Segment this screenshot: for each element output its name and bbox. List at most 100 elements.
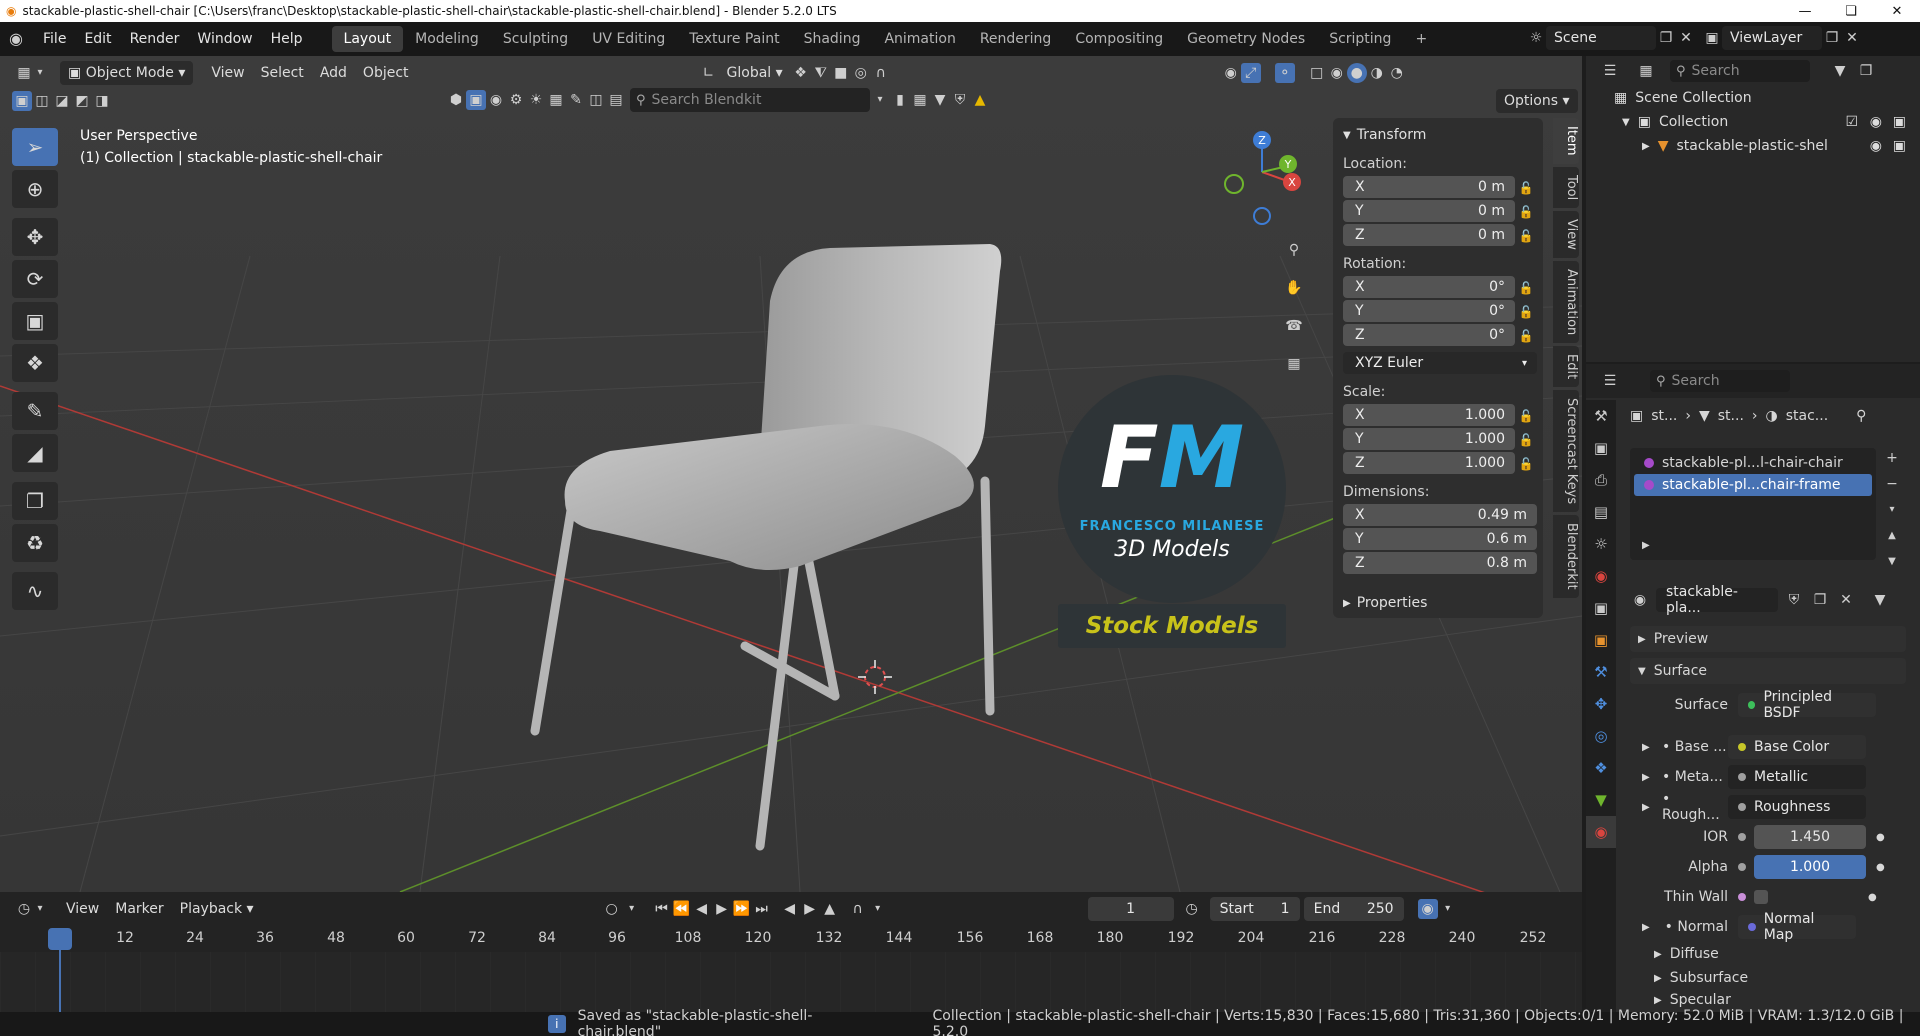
timeline-ruler[interactable]: 1 12 24 36 48 60 72 84 96 108 120 132 14… xyxy=(0,926,1582,952)
navigation-gizmo[interactable]: Z X Y xyxy=(1220,130,1330,230)
keyframe-prev-icon[interactable]: ◀ xyxy=(780,899,800,919)
material-name-field[interactable]: stackable-pla... xyxy=(1656,584,1778,616)
close-icon[interactable]: ✕ xyxy=(1874,0,1920,22)
tab-scripting[interactable]: Scripting xyxy=(1317,26,1403,52)
breadcrumb-mesh[interactable]: st... xyxy=(1718,408,1744,424)
chevron-down-icon[interactable]: ▾ xyxy=(870,90,890,110)
tab-sculpting[interactable]: Sculpting xyxy=(491,26,580,52)
chevron-right-icon[interactable]: ▶ xyxy=(1642,802,1662,813)
xray-icon[interactable]: □ xyxy=(1307,63,1327,83)
world-tab-icon[interactable]: ◉ xyxy=(1586,560,1616,592)
subsurface-subpanel[interactable]: ▶ Subsurface xyxy=(1630,966,1906,990)
playhead-handle[interactable] xyxy=(48,928,72,950)
lock-icon[interactable]: 🔓 xyxy=(1515,433,1537,447)
minimize-icon[interactable]: — xyxy=(1782,0,1828,22)
eye-icon[interactable]: ◉ xyxy=(1870,114,1882,130)
current-frame-field[interactable]: 1 xyxy=(1087,897,1174,921)
sidebar-tab-item[interactable]: Item xyxy=(1553,118,1579,164)
scene-tab-icon[interactable]: ☼ xyxy=(1586,528,1616,560)
output-tab-icon[interactable]: ⎙ xyxy=(1586,464,1616,496)
chevron-down-icon[interactable]: ▾ xyxy=(34,899,46,919)
blenderkit-search-input[interactable]: ⚲ Search Blendkit xyxy=(630,88,870,112)
outliner-editor-icon[interactable]: ☰ xyxy=(1600,61,1620,81)
keying-set-icon[interactable]: ▲ xyxy=(820,899,840,919)
properties-search-input[interactable]: ⚲ Search xyxy=(1650,370,1790,392)
alpha-field[interactable]: 1.000 xyxy=(1754,855,1866,879)
scene-collection-row[interactable]: ▦ Scene Collection xyxy=(1586,86,1920,110)
new-collection-icon[interactable]: ❐ xyxy=(1856,61,1876,81)
keyframe-dot-icon[interactable]: ● xyxy=(1876,862,1885,873)
view-layer-tab-icon[interactable]: ▤ xyxy=(1586,496,1616,528)
specular-subpanel[interactable]: ▶ Specular xyxy=(1630,990,1906,1010)
chevron-down-icon[interactable]: ▾ xyxy=(622,899,642,919)
surface-shader-field[interactable]: Principled BSDF xyxy=(1738,689,1876,721)
material-tab-icon[interactable]: ◉ xyxy=(1586,816,1616,848)
curve-tool-icon[interactable]: ∿ xyxy=(12,572,58,610)
location-x-field[interactable]: X 0 m xyxy=(1343,176,1515,198)
timeline-menu-marker[interactable]: Marker xyxy=(107,897,171,921)
tab-compositing[interactable]: Compositing xyxy=(1063,26,1175,52)
asset-type-object-icon[interactable]: ▣ xyxy=(466,90,486,110)
location-y-field[interactable]: Y 0 m xyxy=(1343,200,1515,222)
ior-field[interactable]: 1.450 xyxy=(1754,825,1866,849)
snap-icon[interactable]: ⧨ xyxy=(811,63,831,83)
dimensions-x-field[interactable]: X 0.49 m xyxy=(1343,504,1537,526)
normal-field[interactable]: Normal Map xyxy=(1738,911,1856,943)
maximize-icon[interactable]: ❏ xyxy=(1828,0,1874,22)
base-color-field[interactable]: Base Color xyxy=(1728,735,1866,759)
add-slot-icon[interactable]: + xyxy=(1882,448,1902,468)
rotation-mode-dropdown[interactable]: XYZ Euler ▾ xyxy=(1343,352,1537,374)
select-subtract-icon[interactable]: ◪ xyxy=(52,91,72,111)
physics-tab-icon[interactable]: ◎ xyxy=(1586,720,1616,752)
remove-view-layer-icon[interactable]: ✕ xyxy=(1842,28,1862,48)
rotation-z-field[interactable]: Z 0° xyxy=(1343,324,1515,346)
camera-icon[interactable]: ▣ xyxy=(1893,138,1906,154)
dimensions-z-field[interactable]: Z 0.8 m xyxy=(1343,552,1537,574)
asset-type-printable-icon[interactable]: ▤ xyxy=(606,90,626,110)
move-down-icon[interactable]: ▼ xyxy=(1882,552,1902,572)
stopwatch-icon[interactable]: ◷ xyxy=(1182,899,1202,919)
pin-icon[interactable]: ⚲ xyxy=(1856,408,1866,424)
asset-type-material-icon[interactable]: ◉ xyxy=(486,90,506,110)
view-layer-icon[interactable]: ▣ xyxy=(1702,28,1722,48)
bookmark-icon[interactable]: ▮ xyxy=(890,90,910,110)
duplicate-material-icon[interactable]: ❐ xyxy=(1810,590,1830,610)
rendered-shading-icon[interactable]: ◔ xyxy=(1387,63,1407,83)
material-shading-icon[interactable]: ◑ xyxy=(1367,63,1387,83)
scene-icon[interactable]: ☼ xyxy=(1526,28,1546,48)
remove-scene-icon[interactable]: ✕ xyxy=(1676,28,1696,48)
blender-logo-icon[interactable]: ◉ xyxy=(6,29,26,49)
add-workspace-icon[interactable]: + xyxy=(1403,26,1439,52)
chevron-down-icon[interactable]: ▾ xyxy=(34,63,46,83)
camera-icon[interactable]: ▣ xyxy=(1893,114,1906,130)
asset-type-scene-icon[interactable]: ▦ xyxy=(546,90,566,110)
fake-user-shield-icon[interactable]: ⛨ xyxy=(1784,590,1804,610)
scale-tool-icon[interactable]: ▣ xyxy=(12,302,58,340)
menu-view[interactable]: View xyxy=(203,61,252,85)
wireframe-shading-icon[interactable]: ◉ xyxy=(1327,63,1347,83)
lock-icon[interactable]: 🔓 xyxy=(1515,457,1537,471)
surface-panel-header[interactable]: ▼ Surface xyxy=(1630,658,1906,684)
timeline-menu-view[interactable]: View xyxy=(58,897,107,921)
filter-icon[interactable]: ▼ xyxy=(930,90,950,110)
chevron-down-icon[interactable]: ▾ xyxy=(1882,500,1902,520)
select-extend-icon[interactable]: ◫ xyxy=(32,91,52,111)
unlink-material-icon[interactable]: ✕ xyxy=(1836,590,1856,610)
scale-z-field[interactable]: Z 1.000 xyxy=(1343,452,1515,474)
tab-animation[interactable]: Animation xyxy=(872,26,967,52)
select-box-tool-icon[interactable]: ➢ xyxy=(12,128,58,166)
menu-add[interactable]: Add xyxy=(312,61,355,85)
node-filter-icon[interactable]: ▼ xyxy=(1870,590,1890,610)
move-tool-icon[interactable]: ✥ xyxy=(12,218,58,256)
lock-icon[interactable]: 🔓 xyxy=(1515,181,1537,195)
data-tab-icon[interactable]: ▼ xyxy=(1586,784,1616,816)
metallic-field[interactable]: Metallic xyxy=(1728,765,1866,789)
timeline-menu-playback[interactable]: Playback ▾ xyxy=(172,897,262,921)
menu-select[interactable]: Select xyxy=(253,61,312,85)
material-slot-item-selected[interactable]: stackable-pl...chair-frame xyxy=(1634,474,1872,496)
material-slot-item[interactable]: stackable-pl...l-chair-chair xyxy=(1634,452,1872,474)
sidebar-tab-edit[interactable]: Edit xyxy=(1553,346,1579,388)
move-up-icon[interactable]: ▲ xyxy=(1882,526,1902,546)
lock-icon[interactable]: 🔓 xyxy=(1515,281,1537,295)
breadcrumb-material[interactable]: stac... xyxy=(1786,408,1828,424)
